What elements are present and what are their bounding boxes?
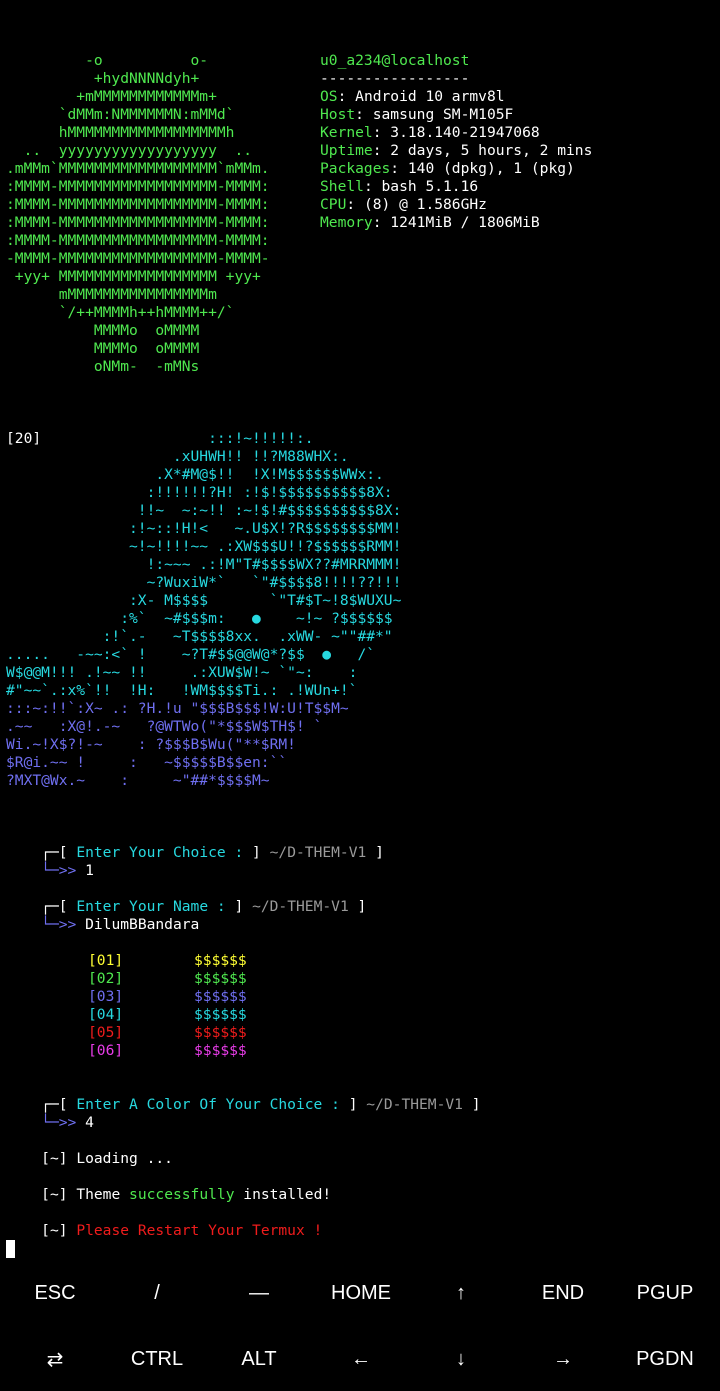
prompt-path: ~/D-THEM-V1 bbox=[269, 844, 367, 861]
info-row: Uptime: 2 days, 5 hours, 2 mins bbox=[320, 142, 593, 159]
skull-ascii-art-lower: :::~:!!`:X~ .: ?H.!u "$$$B$$$!W:U!T$$M~ … bbox=[6, 700, 349, 789]
info-key: Shell bbox=[320, 178, 364, 195]
down-arrow-key[interactable]: ↓ bbox=[410, 1328, 512, 1391]
extra-keys-bar: ESC / — HOME ↑ END PGUP ⇄ CTRL ALT ← ↓ →… bbox=[0, 1262, 720, 1388]
color-option-number: [05] bbox=[88, 1024, 124, 1041]
pgdn-key[interactable]: PGDN bbox=[614, 1328, 716, 1391]
info-key: OS bbox=[320, 88, 338, 105]
user-host: u0_a234@localhost bbox=[320, 52, 470, 69]
info-key: Packages bbox=[320, 160, 391, 177]
color-option-sample: $$$$$$ bbox=[194, 988, 247, 1005]
color-option-sample: $$$$$$ bbox=[194, 1042, 247, 1059]
ctrl-key[interactable]: CTRL bbox=[106, 1328, 208, 1391]
info-row: Host: samsung SM-M105F bbox=[320, 106, 514, 123]
color-option-number: [03] bbox=[88, 988, 124, 1005]
info-key: Memory bbox=[320, 214, 373, 231]
prompt-path: ~/D-THEM-V1 bbox=[366, 1096, 463, 1113]
color-option: [03] $$$$$$ bbox=[0, 988, 300, 1006]
name-input: DilumBBandara bbox=[85, 916, 200, 933]
esc-key[interactable]: ESC bbox=[4, 1262, 106, 1325]
info-key: Host bbox=[320, 106, 356, 123]
terminal-cursor bbox=[6, 1240, 15, 1258]
system-info: u0_a234@localhost ----------------- OS: … bbox=[320, 52, 592, 232]
info-row: Kernel: 3.18.140-21947068 bbox=[320, 124, 540, 141]
info-value: 1241MiB / 1806MiB bbox=[390, 214, 540, 231]
color-option: [02] $$$$$$ bbox=[0, 970, 300, 988]
info-key: CPU bbox=[320, 196, 347, 213]
home-key[interactable]: HOME bbox=[310, 1262, 412, 1325]
color-option-number: [02] bbox=[88, 970, 124, 987]
info-value: 140 (dpkg), 1 (pkg) bbox=[407, 160, 575, 177]
color-option-sample: $$$$$$ bbox=[194, 970, 247, 987]
name-input-line: └─>> DilumBBandara bbox=[41, 916, 200, 933]
prompt-label: Enter A Color Of Your Choice : bbox=[76, 1096, 340, 1113]
info-row: OS: Android 10 armv8l bbox=[320, 88, 505, 105]
info-row: Shell: bash 5.1.16 bbox=[320, 178, 479, 195]
color-option-number: [06] bbox=[88, 1042, 124, 1059]
dash-key[interactable]: — bbox=[208, 1262, 310, 1325]
color-option-number: [01] bbox=[88, 952, 124, 969]
info-row: Packages: 140 (dpkg), 1 (pkg) bbox=[320, 160, 575, 177]
color-option-sample: $$$$$$ bbox=[194, 1024, 247, 1041]
prompt-path: ~/D-THEM-V1 bbox=[252, 898, 349, 915]
pgup-key[interactable]: PGUP bbox=[614, 1262, 716, 1325]
slash-key[interactable]: / bbox=[106, 1262, 208, 1325]
restart-line: [~] Please Restart Your Termux ! bbox=[41, 1222, 323, 1239]
color-input: 4 bbox=[85, 1114, 94, 1131]
info-key: Kernel bbox=[320, 124, 373, 141]
color-option: [04] $$$$$$ bbox=[0, 1006, 300, 1024]
terminal-output[interactable]: -o o- +hydNNNNdyh+ +mMMMMMMMMMMMMm+ `dMM… bbox=[0, 0, 720, 1270]
color-option: [05] $$$$$$ bbox=[0, 1024, 300, 1042]
color-option: [01] $$$$$$ bbox=[0, 952, 300, 970]
color-option-sample: $$$$$$ bbox=[194, 1006, 247, 1023]
end-key[interactable]: END bbox=[512, 1262, 614, 1325]
color-option-sample: $$$$$$ bbox=[194, 952, 247, 969]
info-value: 3.18.140-21947068 bbox=[390, 124, 540, 141]
info-row: Memory: 1241MiB / 1806MiB bbox=[320, 214, 540, 231]
info-value: (8) @ 1.586GHz bbox=[363, 196, 487, 213]
info-value: bash 5.1.16 bbox=[381, 178, 479, 195]
info-separator: ----------------- bbox=[320, 70, 470, 87]
tab-swap-key[interactable]: ⇄ bbox=[4, 1328, 106, 1391]
info-value: 2 days, 5 hours, 2 mins bbox=[390, 142, 593, 159]
info-row: CPU: (8) @ 1.586GHz bbox=[320, 196, 487, 213]
color-option-number: [04] bbox=[88, 1006, 124, 1023]
prompt-label: Enter Your Choice : bbox=[76, 844, 244, 861]
skull-ascii-art: :::!~!!!!!:. .xUHWH!! !!?M88WHX:. .X*#M@… bbox=[6, 430, 402, 699]
alt-key[interactable]: ALT bbox=[208, 1328, 310, 1391]
info-value: Android 10 armv8l bbox=[355, 88, 505, 105]
choice-input: 1 bbox=[85, 862, 94, 879]
info-value: samsung SM-M105F bbox=[372, 106, 514, 123]
left-arrow-key[interactable]: ← bbox=[310, 1328, 412, 1391]
color-option: [06] $$$$$$ bbox=[0, 1042, 300, 1060]
android-ascii-logo: -o o- +hydNNNNdyh+ +mMMMMMMMMMMMMm+ `dMM… bbox=[6, 52, 270, 375]
right-arrow-key[interactable]: → bbox=[512, 1328, 614, 1391]
up-arrow-key[interactable]: ↑ bbox=[410, 1262, 512, 1325]
info-key: Uptime bbox=[320, 142, 373, 159]
